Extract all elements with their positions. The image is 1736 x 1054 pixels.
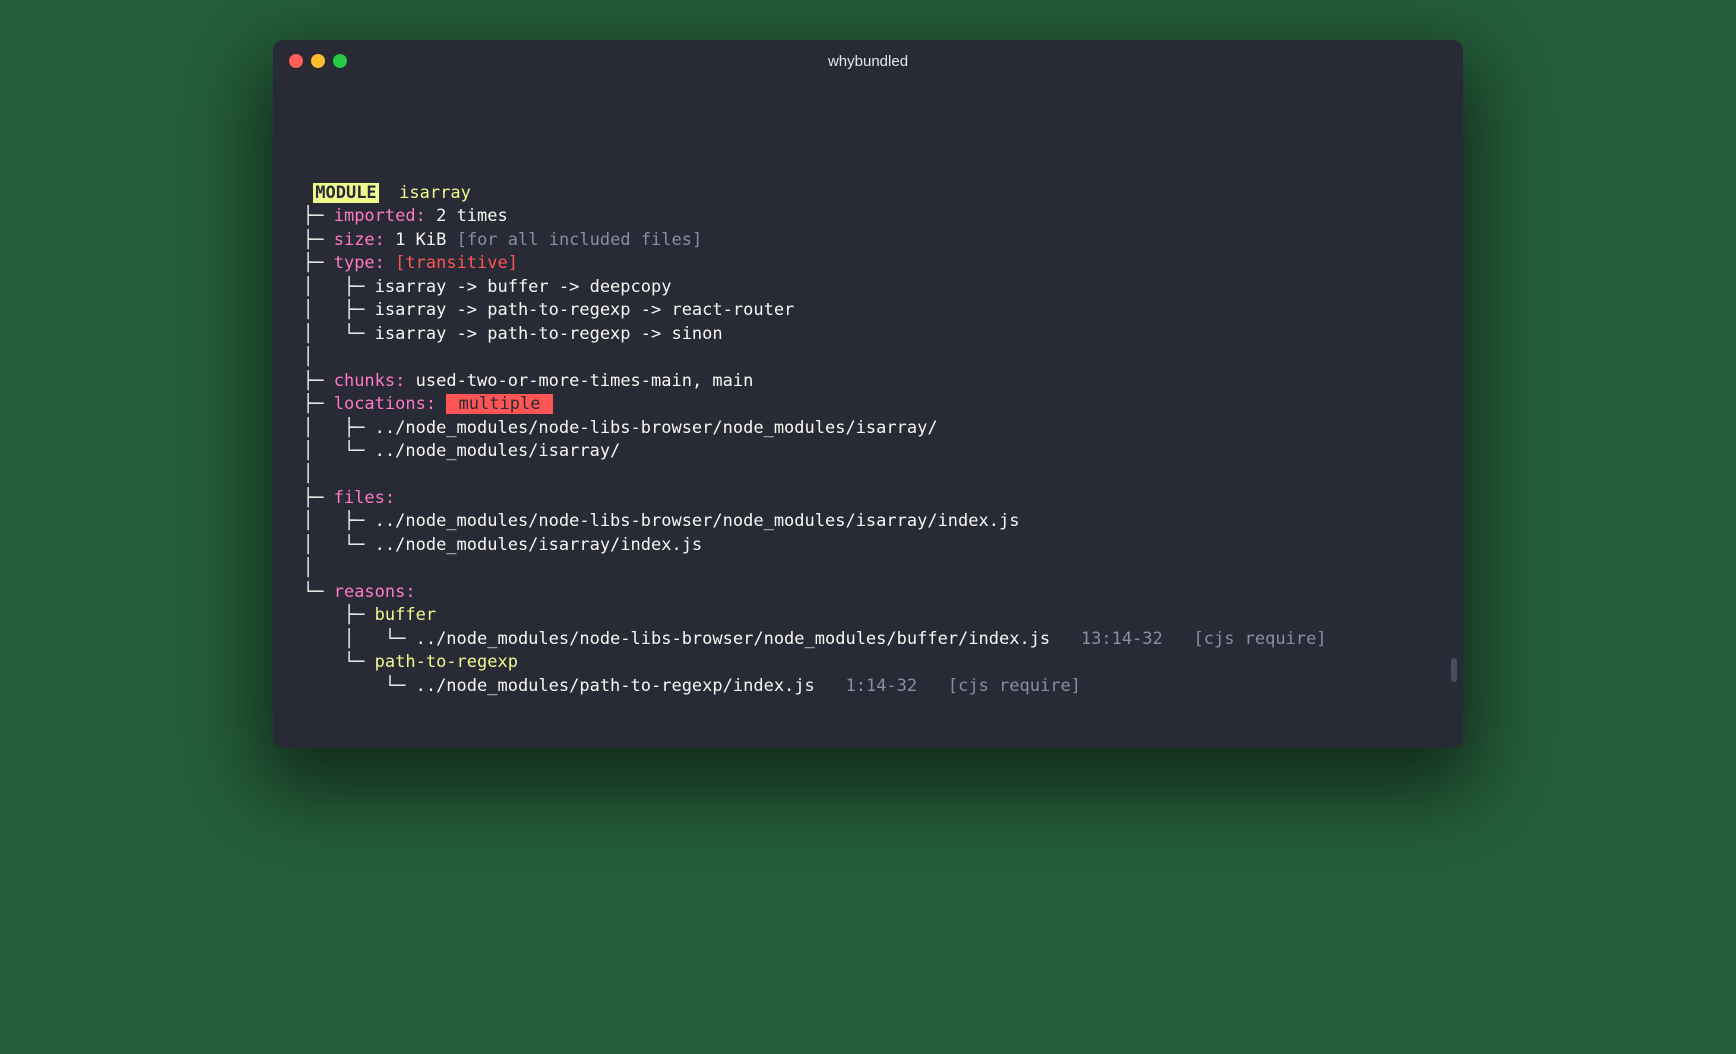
type-chain: │ └─ isarray -> path-to-regexp -> sinon (303, 323, 1433, 346)
imported-row: ├─ imported: 2 times (303, 205, 1433, 228)
size-value: 1 KiB (395, 230, 446, 250)
module-badge: MODULE (313, 183, 378, 203)
files-label: files: (334, 488, 395, 508)
terminal-body: MODULE isarray ├─ imported: 2 times ├─ s… (273, 82, 1463, 748)
reason-name: └─ path-to-regexp (303, 651, 1433, 674)
type-row: ├─ type: [transitive] (303, 252, 1433, 275)
fullscreen-icon[interactable] (333, 54, 347, 68)
type-chain: │ ├─ isarray -> path-to-regexp -> react-… (303, 299, 1433, 322)
spacer: │ (303, 346, 1433, 369)
chunks-row: ├─ chunks: used-two-or-more-times-main, … (303, 370, 1433, 393)
reason-file: │ └─ ../node_modules/node-libs-browser/n… (303, 628, 1433, 651)
module-name: isarray (399, 183, 471, 203)
reason-file: └─ ../node_modules/path-to-regexp/index.… (303, 675, 1433, 698)
file-path: │ ├─ ../node_modules/node-libs-browser/n… (303, 510, 1433, 533)
reasons-row: └─ reasons: (303, 581, 1433, 604)
locations-label: locations: (334, 394, 436, 414)
minimize-icon[interactable] (311, 54, 325, 68)
window-title: whybundled (273, 53, 1463, 70)
size-note: [for all included files] (457, 230, 703, 250)
close-icon[interactable] (289, 54, 303, 68)
file-path: │ └─ ../node_modules/isarray/index.js (303, 534, 1433, 557)
traffic-lights (289, 54, 347, 68)
imported-label: imported: (334, 206, 426, 226)
chunks-label: chunks: (334, 371, 406, 391)
terminal-window: whybundled MODULE isarray ├─ imported: 2… (273, 40, 1463, 748)
locations-row: ├─ locations: multiple (303, 393, 1433, 416)
chunks-value: used-two-or-more-times-main, main (416, 371, 754, 391)
reason-name: ├─ buffer (303, 604, 1433, 627)
files-row: ├─ files: (303, 487, 1433, 510)
spacer: │ (303, 463, 1433, 486)
scrollbar-thumb[interactable] (1451, 658, 1457, 682)
reasons-label: reasons: (334, 582, 416, 602)
location-path: │ └─ ../node_modules/isarray/ (303, 440, 1433, 463)
type-value: [transitive] (395, 253, 518, 273)
size-label: size: (334, 230, 385, 250)
spacer: │ (303, 557, 1433, 580)
imported-value: 2 times (436, 206, 508, 226)
type-chain: │ ├─ isarray -> buffer -> deepcopy (303, 276, 1433, 299)
module-heading: MODULE isarray (303, 182, 1433, 205)
location-path: │ ├─ ../node_modules/node-libs-browser/n… (303, 417, 1433, 440)
size-row: ├─ size: 1 KiB [for all included files] (303, 229, 1433, 252)
title-bar: whybundled (273, 40, 1463, 82)
type-label: type: (334, 253, 385, 273)
locations-badge: multiple (446, 394, 552, 414)
